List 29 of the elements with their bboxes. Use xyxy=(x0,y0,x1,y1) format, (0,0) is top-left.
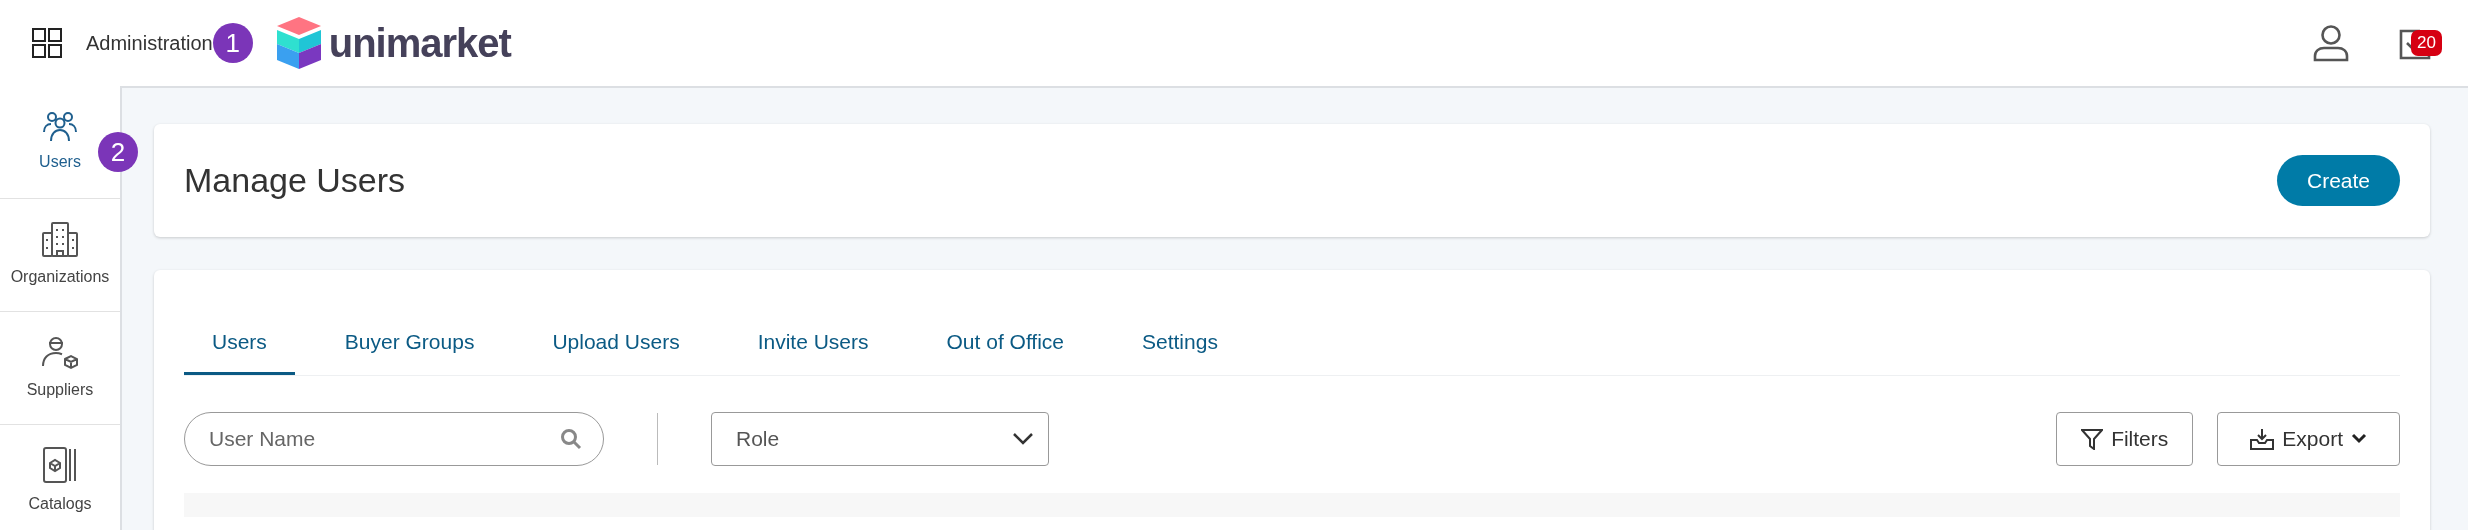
people-icon xyxy=(42,110,78,142)
building-icon xyxy=(41,221,79,257)
tab[interactable]: Out of Office xyxy=(918,320,1092,375)
app-label: Administration xyxy=(86,31,213,56)
count-badge: 20 xyxy=(2411,30,2442,56)
chevron-down-icon xyxy=(1012,431,1034,446)
logo-text: unimarket xyxy=(328,20,511,67)
profile-icon[interactable] xyxy=(2312,24,2350,62)
search-field[interactable]: User Name xyxy=(184,411,604,466)
tab[interactable]: Invite Users xyxy=(729,320,897,375)
page-title: Manage Users xyxy=(184,160,406,201)
grid-menu-icon[interactable] xyxy=(32,28,62,58)
person-box-icon xyxy=(41,334,79,370)
cube-logo-icon xyxy=(276,17,321,69)
search-icon xyxy=(560,427,582,450)
tab[interactable]: Users xyxy=(184,320,295,375)
filters-button[interactable]: Filters xyxy=(2056,411,2194,466)
step-marker: 1 xyxy=(212,23,253,63)
filter-icon xyxy=(2081,427,2104,450)
role-dropdown[interactable]: Role xyxy=(711,411,1049,466)
create-button[interactable]: Create xyxy=(2276,154,2400,207)
download-tray-icon xyxy=(2250,427,2275,450)
tab[interactable]: Buyer Groups xyxy=(316,320,503,375)
step-marker: 2 xyxy=(98,132,138,172)
book-box-icon xyxy=(42,446,78,484)
tab[interactable]: Settings xyxy=(1114,320,1246,375)
export-button[interactable]: Export xyxy=(2217,411,2400,466)
chevron-down-icon xyxy=(2351,432,2367,445)
tab[interactable]: Upload Users xyxy=(524,320,708,375)
